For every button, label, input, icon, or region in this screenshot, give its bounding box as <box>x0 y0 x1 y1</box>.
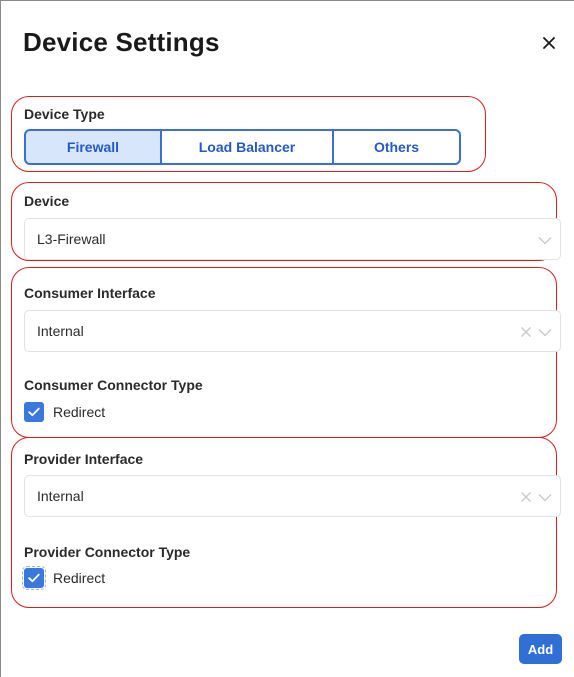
provider-redirect-label: Redirect <box>53 570 106 586</box>
dialog-title: Device Settings <box>23 27 220 57</box>
checkmark-icon <box>28 573 40 583</box>
provider-interface-value: Internal <box>37 488 84 504</box>
add-button[interactable]: Add <box>519 634 562 664</box>
clear-x-icon[interactable] <box>520 491 532 503</box>
close-button[interactable] <box>539 33 559 53</box>
chevron-down-icon <box>538 236 552 244</box>
segment-load-balancer[interactable]: Load Balancer <box>160 129 334 165</box>
checkmark-icon <box>28 407 40 417</box>
provider-redirect-checkbox[interactable] <box>22 566 46 590</box>
segment-others[interactable]: Others <box>332 129 461 165</box>
provider-connector-type-label: Provider Connector Type <box>24 544 191 560</box>
consumer-redirect-option: Redirect <box>24 402 105 422</box>
close-icon <box>543 37 555 49</box>
clear-x-icon[interactable] <box>520 326 532 338</box>
provider-interface-label: Provider Interface <box>24 451 144 467</box>
device-type-segmented-control: Firewall Load Balancer Others <box>24 129 461 165</box>
device-type-label: Device Type <box>24 106 105 122</box>
chevron-down-icon <box>538 328 552 336</box>
consumer-interface-select[interactable]: Internal <box>24 310 561 352</box>
segment-firewall[interactable]: Firewall <box>24 129 162 165</box>
consumer-connector-type-label: Consumer Connector Type <box>24 377 203 393</box>
chevron-down-icon <box>538 493 552 501</box>
consumer-interface-value: Internal <box>37 323 84 339</box>
device-select-value: L3-Firewall <box>37 231 106 247</box>
provider-redirect-option: Redirect <box>22 566 106 590</box>
device-settings-dialog: Device Settings Device Type Firewall Loa… <box>0 0 574 677</box>
consumer-redirect-checkbox[interactable] <box>24 402 44 422</box>
device-label: Device <box>24 193 70 209</box>
device-select[interactable]: L3-Firewall <box>24 218 561 260</box>
consumer-interface-label: Consumer Interface <box>24 285 156 301</box>
consumer-redirect-label: Redirect <box>53 404 106 420</box>
provider-interface-select[interactable]: Internal <box>24 475 561 517</box>
